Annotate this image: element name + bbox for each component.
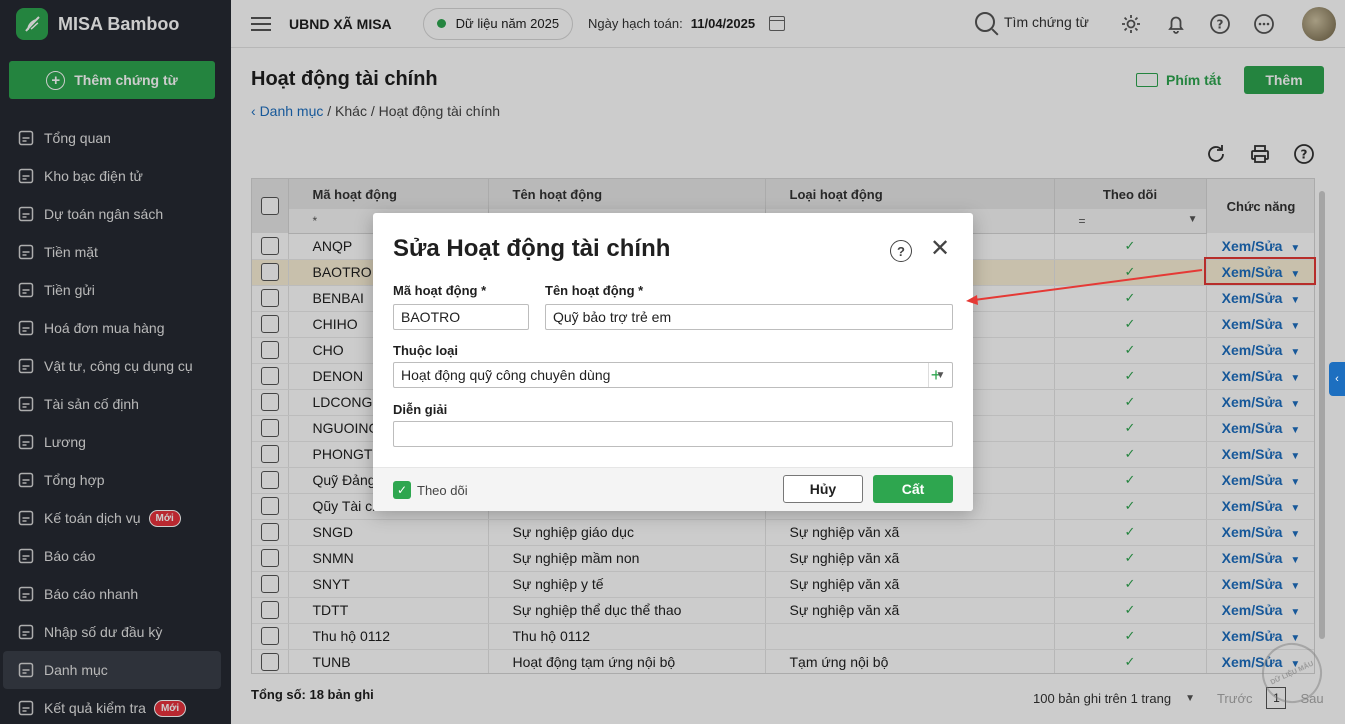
watermark-text: DỮ LIỆU MẪU: [1269, 659, 1315, 687]
chevron-down-icon[interactable]: ▼: [928, 363, 952, 387]
dialog-title: Sửa Hoạt động tài chính: [393, 235, 671, 262]
side-panel-toggle[interactable]: ‹: [1329, 362, 1345, 396]
track-checkbox[interactable]: ✓ Theo dõi: [393, 481, 468, 499]
code-label: Mã hoạt động *: [393, 283, 487, 298]
type-combo[interactable]: Hoạt động quỹ công chuyên dùng + ▼: [393, 362, 953, 388]
description-field[interactable]: [393, 421, 953, 447]
name-field[interactable]: Quỹ bảo trợ trẻ em: [545, 304, 953, 330]
name-label: Tên hoạt động *: [545, 283, 644, 298]
dialog-footer: ✓ Theo dõi Hủy Cất: [373, 467, 973, 511]
close-icon[interactable]: ✕: [928, 237, 952, 261]
desc-label: Diễn giải: [393, 402, 448, 417]
code-field[interactable]: BAOTRO: [393, 304, 529, 330]
cancel-button[interactable]: Hủy: [783, 475, 863, 503]
save-button[interactable]: Cất: [873, 475, 953, 503]
type-label: Thuộc loại: [393, 343, 458, 358]
track-label: Theo dõi: [417, 482, 468, 498]
checkmark-icon: ✓: [393, 481, 411, 499]
annotation-arrow: [966, 269, 1203, 305]
dialog-help-icon[interactable]: ?: [890, 240, 912, 262]
edit-activity-dialog: Sửa Hoạt động tài chính ? ✕ Mã hoạt động…: [373, 213, 973, 511]
type-value: Hoạt động quỹ công chuyên dùng: [401, 367, 611, 383]
